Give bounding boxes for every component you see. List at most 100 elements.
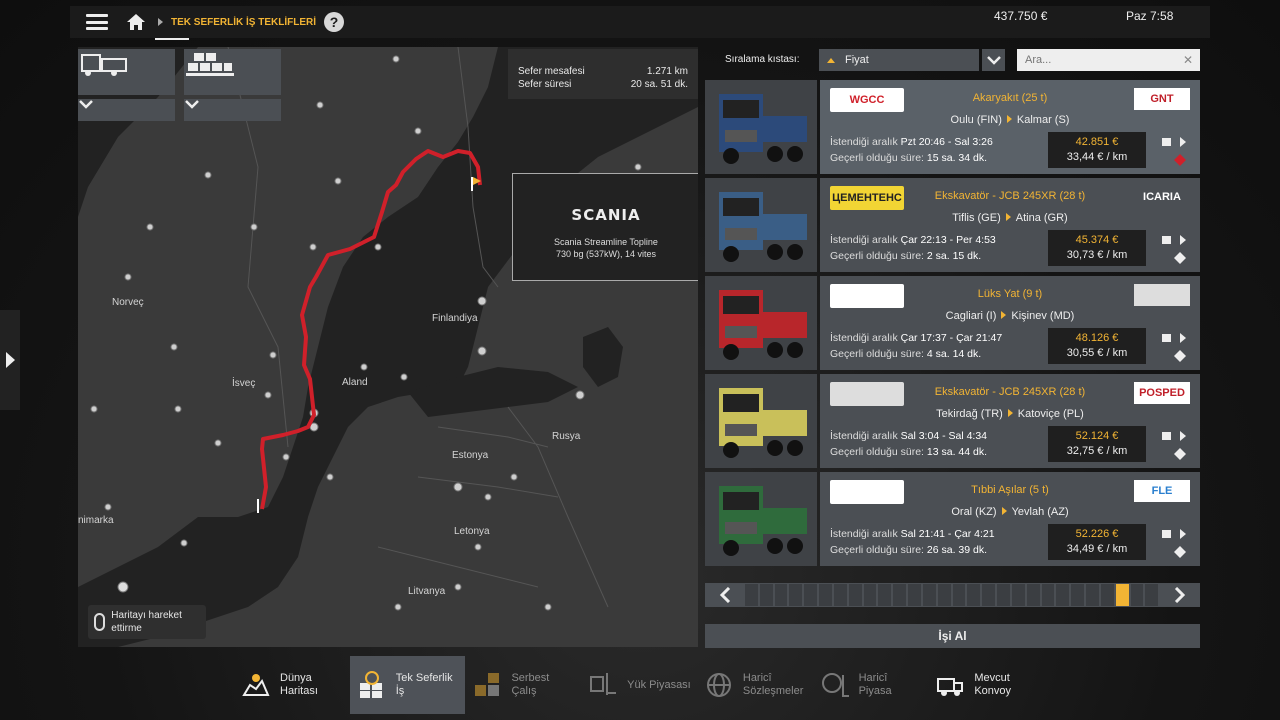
chevron-down-icon	[986, 55, 1001, 65]
clear-search-icon[interactable]: ✕	[1183, 53, 1193, 67]
job-price: 45.374 €	[1075, 234, 1119, 246]
page-segment[interactable]	[1115, 584, 1129, 606]
nav-external-market[interactable]: Haricî Piyasa	[813, 656, 929, 714]
nav-label: Yük Piyasası	[627, 678, 691, 691]
page-segment[interactable]	[937, 584, 951, 606]
job-offer[interactable]: Lüks Yat (9 t) Cagliari (I) Kişinev (MD) …	[705, 276, 1200, 370]
price-box: 45.374 € 30,73 € / km	[1048, 230, 1146, 266]
map-canvas[interactable]	[78, 47, 698, 647]
page-segment[interactable]	[848, 584, 862, 606]
convoy-icon	[937, 678, 964, 696]
search-input[interactable]	[1017, 49, 1200, 71]
chevron-right-icon	[1174, 587, 1186, 603]
sort-value: Fiyat	[845, 54, 869, 66]
page-segment[interactable]	[922, 584, 936, 606]
job-offer[interactable]: ЦЕМЕНТЕНС Ekskavatör - JCB 245XR (28 t) …	[705, 178, 1200, 272]
job-flags	[1154, 232, 1198, 266]
page-segment[interactable]	[819, 584, 832, 606]
take-job-button[interactable]: İşi Al	[705, 624, 1200, 648]
truck-filter-button[interactable]	[78, 49, 175, 95]
nav-cargo-market[interactable]: Yük Piyasası	[581, 656, 697, 714]
offer-validity: Geçerli olduğu süre: 13 sa. 44 dk.	[830, 446, 987, 458]
route-map[interactable]: Sefer mesafesi 1.271 km Sefer süresi 20 sa…	[78, 47, 698, 647]
page-segment[interactable]	[1071, 584, 1085, 606]
duration-value: 20 sa. 51 dk.	[630, 79, 688, 90]
breadcrumb-arrow-icon	[158, 18, 163, 26]
page-segment[interactable]	[1056, 584, 1070, 606]
page-segment[interactable]	[893, 584, 907, 606]
sort-select[interactable]: Fiyat	[819, 49, 979, 71]
validity-value: 15 sa. 34 dk.	[926, 152, 988, 164]
page-segment[interactable]	[908, 584, 921, 606]
job-offer[interactable]: Tıbbi Aşılar (5 t) Oral (KZ) Yevlah (AZ) …	[705, 472, 1200, 566]
next-page-button[interactable]	[1160, 583, 1200, 607]
job-route: Cagliari (I) Kişinev (MD)	[820, 310, 1200, 322]
offer-validity: Geçerli olduğu süre: 26 sa. 39 dk.	[830, 544, 987, 556]
page-segment[interactable]	[789, 584, 803, 606]
page-segment[interactable]	[1011, 584, 1025, 606]
destination-company-logo: FLE	[1134, 480, 1190, 502]
page-segment[interactable]	[1100, 584, 1114, 606]
page-segment[interactable]	[967, 584, 981, 606]
nav-world-map[interactable]: Dünya Haritası	[234, 656, 350, 714]
page-segment[interactable]	[952, 584, 966, 606]
page-segment[interactable]	[774, 584, 788, 606]
cargo-filter-dropdown[interactable]	[184, 99, 281, 121]
truck-icon	[81, 54, 127, 76]
price-box: 48.126 € 30,55 € / km	[1048, 328, 1146, 364]
game-screen: { "header": { "breadcrumb": "TEK SEFERLİ…	[0, 0, 1280, 720]
previous-page-button[interactable]	[705, 583, 745, 607]
route-arrow-icon	[1006, 115, 1012, 123]
page-segment[interactable]	[1026, 584, 1040, 606]
page-segment[interactable]	[982, 584, 996, 606]
truck-brand-logo: SCANIA	[571, 206, 641, 224]
duration-label: Sefer süresi	[518, 79, 572, 90]
page-segment[interactable]	[1041, 584, 1055, 606]
page-segment[interactable]	[745, 584, 758, 606]
cargo-filter-button[interactable]	[184, 49, 281, 95]
forklift-icon	[590, 673, 617, 695]
help-button[interactable]: ?	[324, 12, 345, 32]
price-per-km: 32,75 € / km	[1066, 445, 1128, 457]
truck-filter-dropdown[interactable]	[78, 99, 175, 121]
truck-thumbnail	[705, 472, 817, 566]
destination-city: Kişinev (MD)	[1011, 310, 1075, 322]
destination-city: Katoviçe (PL)	[1017, 408, 1084, 420]
validity-value: 26 sa. 39 dk.	[926, 544, 988, 556]
money-display: 437.750 €	[994, 9, 1048, 23]
offer-validity: Geçerli olduğu süre: 15 sa. 34 dk.	[830, 152, 987, 164]
page-segment[interactable]	[759, 584, 773, 606]
nav-label: Haritası	[280, 685, 318, 697]
nav-label: Dünya	[280, 672, 312, 684]
world-map-icon	[242, 674, 270, 696]
page-segment[interactable]	[804, 584, 818, 606]
job-price: 42.851 €	[1075, 136, 1119, 148]
cargo-property-icons	[1162, 431, 1186, 460]
validity-value: 4 sa. 14 dk.	[926, 348, 982, 360]
nav-convoy[interactable]: Mevcut Konvoy	[928, 656, 1044, 714]
job-info: WGCC Akaryakıt (25 t) Oulu (FIN) Kalmar (…	[820, 80, 1200, 174]
page-segment[interactable]	[863, 584, 877, 606]
job-offer[interactable]: Ekskavatör - JCB 245XR (28 t) Tekirdağ (…	[705, 374, 1200, 468]
route-arrow-icon	[1005, 213, 1011, 221]
menu-icon[interactable]	[86, 14, 108, 30]
country-label: Estonya	[452, 450, 489, 461]
nav-single-jobs[interactable]: Tek Seferlik İş	[349, 656, 466, 714]
page-segment[interactable]	[1145, 584, 1159, 606]
page-segment[interactable]	[1130, 584, 1144, 606]
sort-ascending-icon	[827, 57, 835, 63]
side-panel-toggle[interactable]	[0, 310, 20, 410]
page-segment[interactable]	[997, 584, 1010, 606]
job-offer[interactable]: WGCC Akaryakıt (25 t) Oulu (FIN) Kalmar (…	[705, 80, 1200, 174]
destination-company-logo: POSPED	[1134, 382, 1190, 404]
home-icon[interactable]	[126, 12, 146, 32]
truck-image	[705, 178, 817, 272]
page-segment[interactable]	[1086, 584, 1099, 606]
page-segment[interactable]	[833, 584, 847, 606]
delivery-window: İstendiği aralık Sal 21:41 - Çar 4:21	[830, 528, 995, 540]
nav-label: Serbest	[511, 672, 550, 684]
sort-dropdown-button[interactable]	[982, 49, 1005, 71]
nav-external-contracts[interactable]: Haricî Sözleşmeler	[697, 656, 813, 714]
nav-freelance[interactable]: Serbest Çalış	[465, 656, 581, 714]
page-segment[interactable]	[878, 584, 892, 606]
